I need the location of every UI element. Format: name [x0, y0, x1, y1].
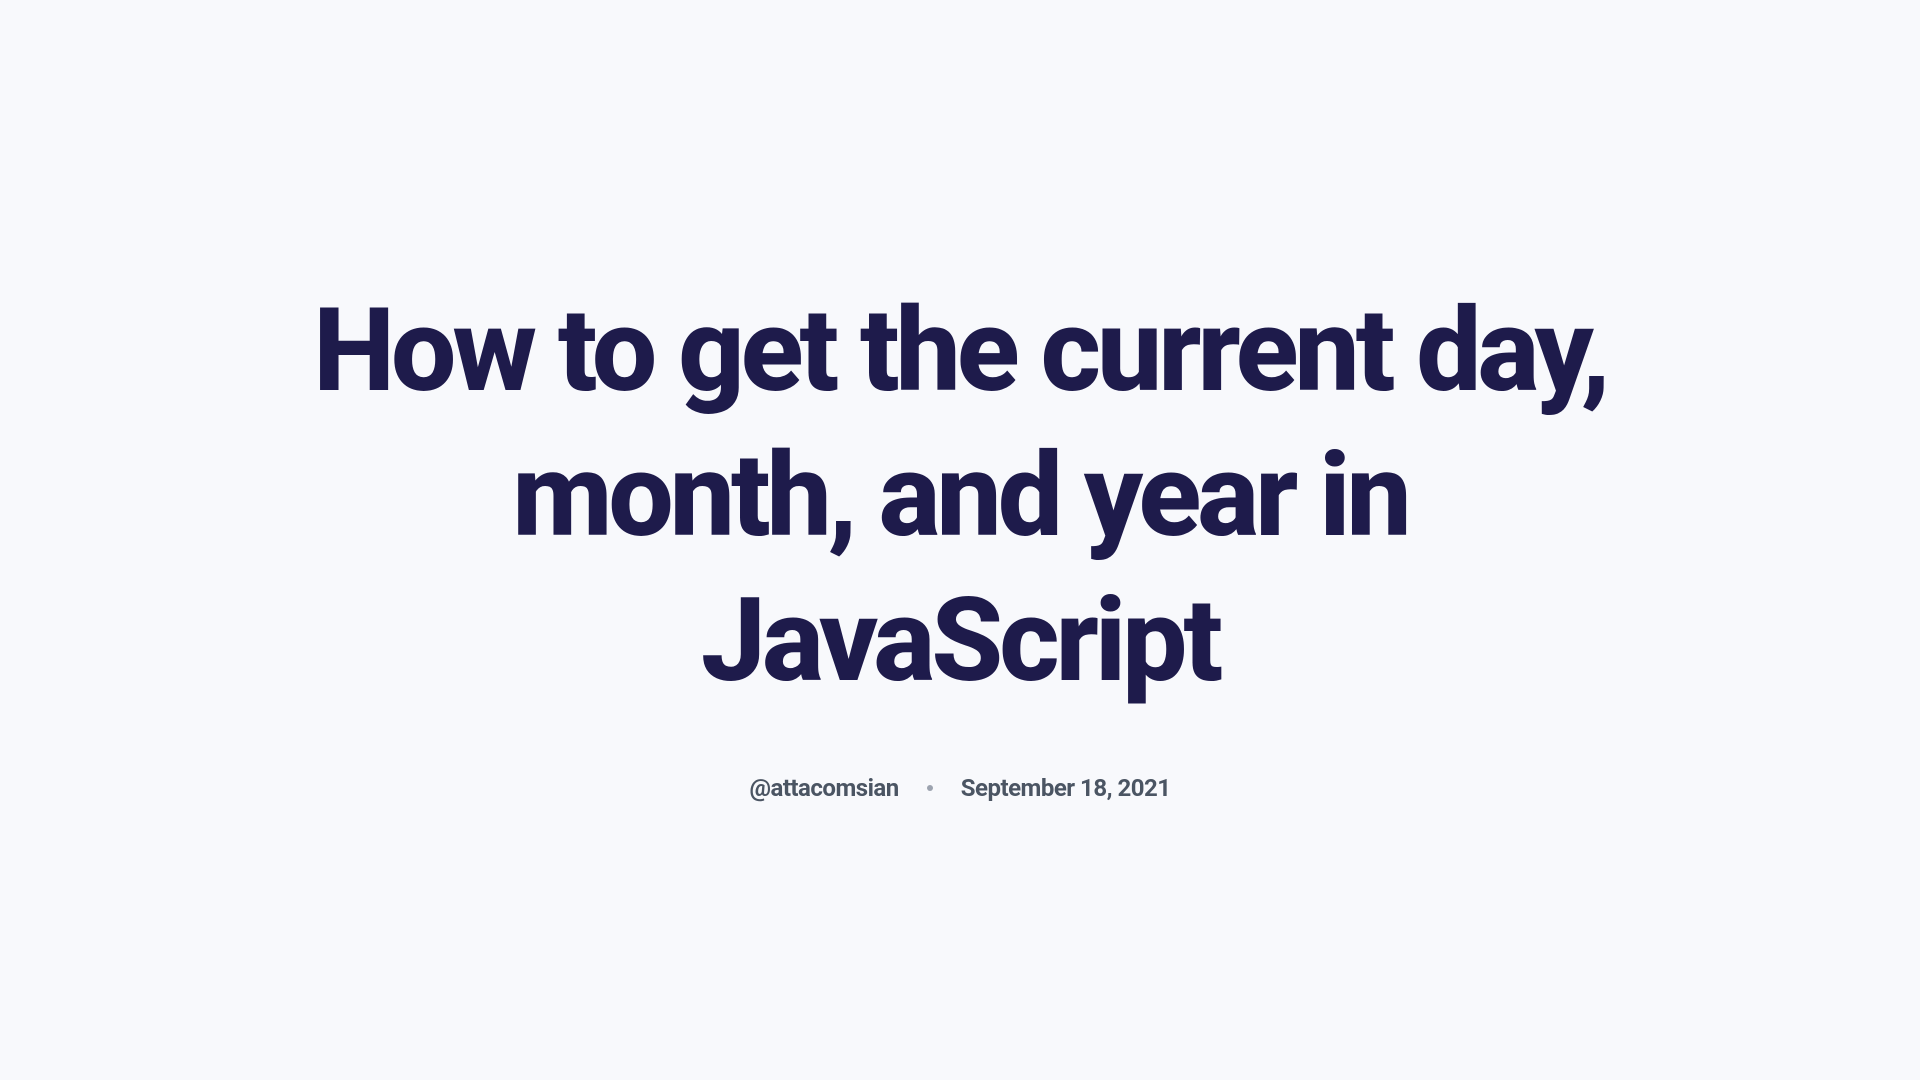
publish-date: September 18, 2021	[961, 774, 1171, 802]
article-meta: @attacomsian September 18, 2021	[749, 774, 1170, 802]
article-header: How to get the current day, month, and y…	[260, 279, 1660, 802]
author-handle: @attacomsian	[749, 774, 898, 802]
meta-separator	[927, 785, 933, 791]
article-title: How to get the current day, month, and y…	[260, 279, 1660, 714]
